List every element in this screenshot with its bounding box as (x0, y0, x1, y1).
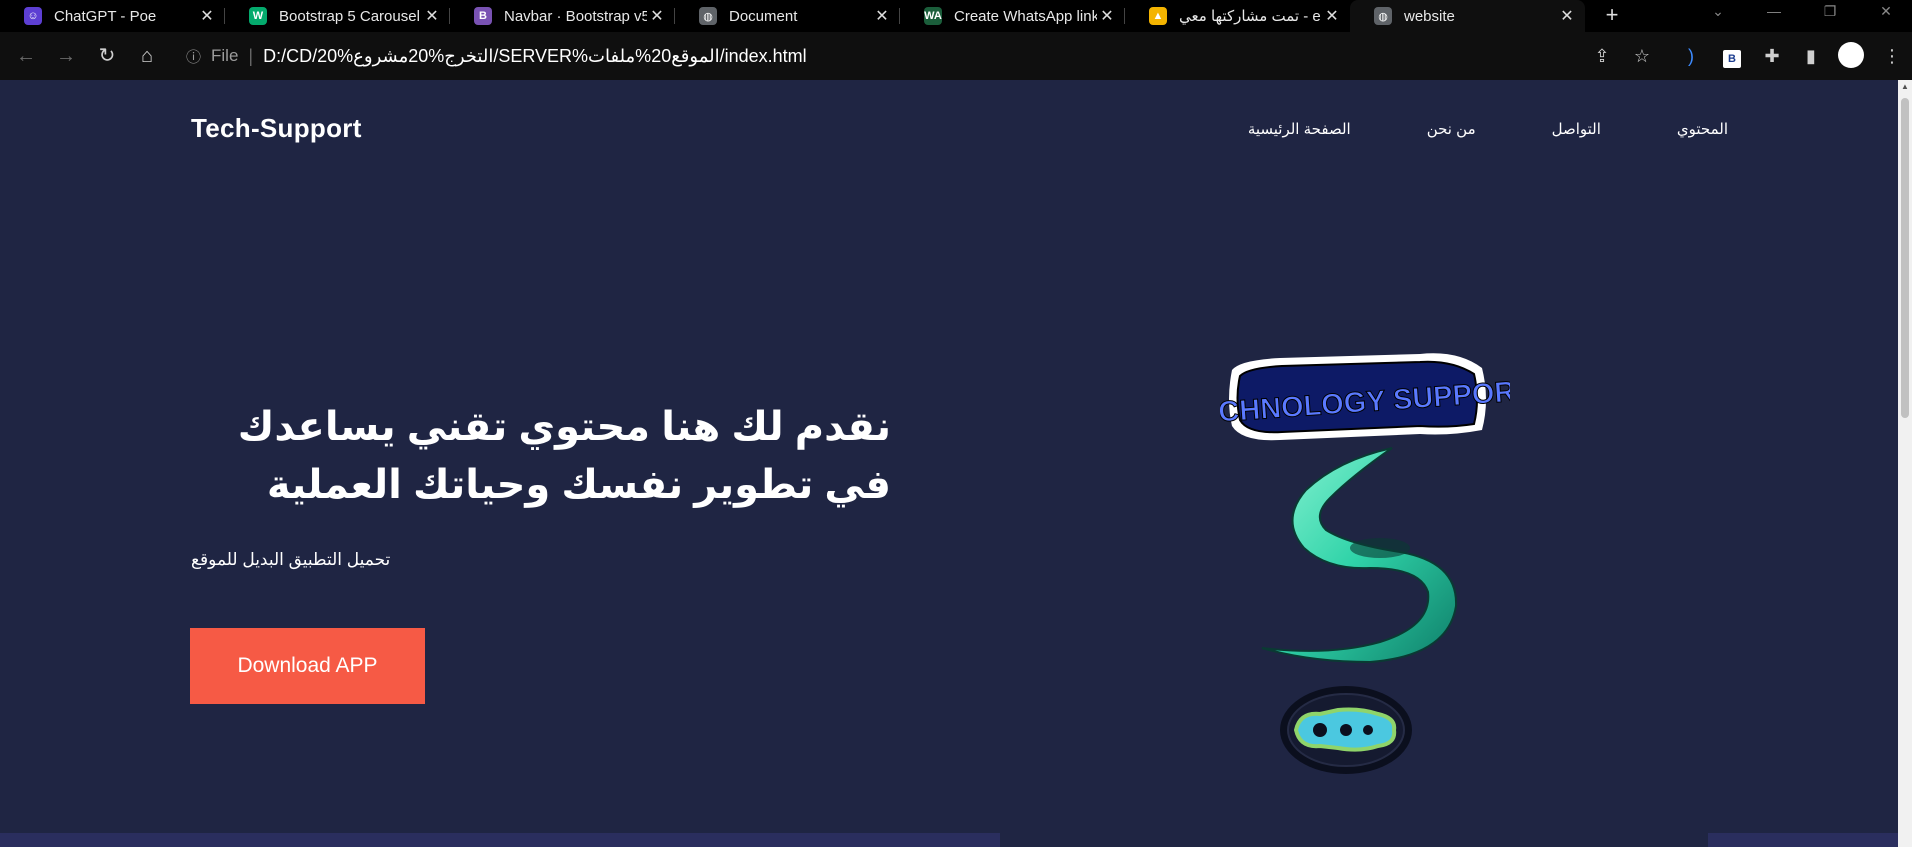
browser-tab-title: تمت مشاركتها معي - e (1179, 8, 1321, 25)
nav-item-content[interactable]: المحتوي (1677, 120, 1728, 138)
browser-tab-title: ChatGPT - Poe (54, 7, 157, 25)
browser-tab-title: Document (729, 7, 798, 25)
nav-item-home[interactable]: الصفحة الرئيسية (1248, 120, 1351, 138)
browser-tab-title: website (1404, 7, 1455, 25)
profile-avatar[interactable] (1837, 42, 1865, 70)
back-arrow-icon[interactable]: ← (12, 42, 40, 70)
site-nav: المحتوي التواصل من نحن الصفحة الرئيسية (1172, 120, 1728, 138)
browser-tab[interactable]: ☺ ChatGPT - Poe ✕ (0, 0, 225, 32)
share-icon[interactable]: ⇪ (1588, 42, 1616, 70)
close-tab-icon[interactable]: ✕ (647, 6, 667, 26)
globe-icon: ◍ (699, 7, 717, 25)
close-tab-icon[interactable]: ✕ (1322, 6, 1342, 26)
browser-tab[interactable]: ◍ website ✕ (1350, 0, 1585, 32)
hero-subtitle-text: تحميل التطبيق البديل للموقع (191, 550, 391, 569)
tech-support-logo: TECHNOLOGY SUPPORT (1220, 353, 1510, 774)
url-divider: | (248, 45, 254, 66)
browser-tab[interactable]: B Navbar · Bootstrap v5.3 ✕ (450, 0, 675, 32)
logo-gear-badge (1280, 686, 1412, 774)
close-tab-icon[interactable]: ✕ (1557, 6, 1577, 26)
close-tab-icon[interactable]: ✕ (1097, 6, 1117, 26)
hero-title: نقدم لك هنا محتوي تقني يساعدك في تطوير ن… (237, 405, 891, 507)
next-section-edge (0, 833, 1898, 847)
page-scrollbar[interactable]: ▲ (1898, 80, 1912, 847)
reload-icon[interactable]: ↻ (93, 42, 121, 70)
bootstrap-extension-icon[interactable]: B (1718, 42, 1746, 70)
home-icon[interactable]: ⌂ (133, 42, 161, 70)
scrollbar-thumb[interactable] (1901, 98, 1909, 418)
logo-banner: TECHNOLOGY SUPPORT (1220, 353, 1510, 441)
url-text[interactable]: D:/CD/20%التخرج%20مشروع/SERVER%الموقع20%… (263, 46, 807, 67)
hero-subtitle: تحميل التطبيق البديل للموقع (191, 550, 591, 570)
minimize-icon[interactable]: — (1752, 0, 1796, 32)
browser-tab[interactable]: ◍ Document ✕ (675, 0, 900, 32)
w3schools-icon: W (249, 7, 267, 25)
bookmark-star-icon[interactable]: ☆ (1628, 42, 1656, 70)
logo-s-emblem (1261, 447, 1458, 664)
browser-menu-icon[interactable]: ⋮ (1878, 42, 1906, 70)
browser-tab-title: Navbar · Bootstrap v5.3 (504, 7, 647, 25)
close-tab-icon[interactable]: ✕ (422, 6, 442, 26)
browser-tab-title: Bootstrap 5 Carousel (279, 7, 420, 25)
web-page: Tech-Support المحتوي التواصل من نحن الصف… (0, 80, 1898, 847)
close-tab-icon[interactable]: ✕ (197, 6, 217, 26)
browser-tab-title: Create WhatsApp link (954, 7, 1097, 25)
tab-search-icon[interactable]: ⌄ (1696, 0, 1740, 32)
url-scheme-label: File (211, 46, 239, 65)
new-tab-button[interactable]: + (1598, 0, 1626, 32)
site-info-icon[interactable]: ⓘ (186, 46, 201, 67)
extensions-puzzle-icon[interactable]: ✚ (1758, 42, 1786, 70)
whatsapp-icon: WA (924, 7, 942, 25)
close-tab-icon[interactable]: ✕ (872, 6, 892, 26)
browser-tab[interactable]: WA Create WhatsApp link ✕ (900, 0, 1125, 32)
browser-tab[interactable]: ▲ تمت مشاركتها معي - e ✕ (1125, 0, 1350, 32)
bootstrap-icon: B (474, 7, 492, 25)
browser-tab[interactable]: W Bootstrap 5 Carousel ✕ (225, 0, 450, 32)
nav-item-about[interactable]: من نحن (1427, 120, 1476, 138)
poe-icon: ☺ (24, 7, 42, 25)
maximize-icon[interactable]: ❐ (1808, 0, 1852, 32)
nav-item-contact[interactable]: التواصل (1552, 120, 1601, 138)
forward-arrow-icon[interactable]: → (52, 42, 80, 70)
read-aloud-icon[interactable]: ) (1677, 42, 1705, 70)
close-window-icon[interactable]: ✕ (1864, 0, 1908, 32)
brand-logo-text[interactable]: Tech-Support (191, 113, 362, 144)
scroll-up-icon[interactable]: ▲ (1900, 82, 1910, 91)
side-panel-icon[interactable]: ▮ (1797, 42, 1825, 70)
google-drive-icon: ▲ (1149, 7, 1167, 25)
download-app-button[interactable]: Download APP (190, 628, 425, 704)
url-field[interactable]: ⓘ File | D:/CD/20%التخرج%20مشروع/SERVER%… (178, 40, 1578, 72)
address-bar: ← → ↻ ⌂ ⓘ File | D:/CD/20%التخرج%20مشروع… (0, 32, 1912, 80)
globe-icon: ◍ (1374, 7, 1392, 25)
